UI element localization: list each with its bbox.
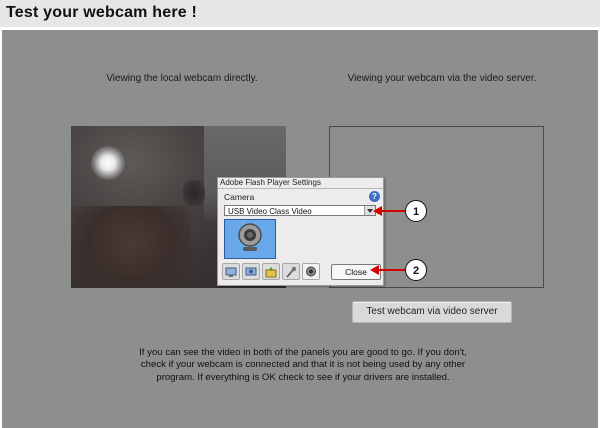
tab-display[interactable] [222,263,240,280]
tab-storage[interactable] [262,263,280,280]
camera-section-label: Camera [224,192,255,202]
video-dark-spot [183,180,205,206]
video-light-glare [91,146,125,180]
local-webcam-caption: Viewing the local webcam directly. [106,73,258,84]
tab-privacy[interactable] [242,263,260,280]
callout-marker-1: 1 [405,200,427,222]
callout-marker-2: 2 [405,259,427,281]
microphone-icon [286,266,297,278]
flash-dialog-divider [218,188,383,189]
test-webcam-button[interactable]: Test webcam via video server [352,301,512,323]
camera-select[interactable]: USB Video Class Video [224,205,376,216]
tab-microphone[interactable] [282,263,300,280]
flash-settings-dialog: Adobe Flash Player Settings Camera ? USB… [217,177,384,286]
arrow-head-1-icon [373,206,382,216]
camera-select-value: USB Video Class Video [228,207,312,216]
callout-arrow-2 [377,269,405,271]
server-webcam-caption: Viewing your webcam via the video server… [347,73,537,84]
tab-camera[interactable] [302,263,320,280]
flash-dialog-title: Adobe Flash Player Settings [220,178,321,187]
webcam-test-stage: Viewing the local webcam directly. Viewi… [2,30,598,428]
help-icon[interactable]: ? [369,191,380,202]
arrow-head-2-icon [370,265,379,275]
callout-arrow-1 [379,210,405,212]
instructions-text: If you can see the video in both of the … [139,347,467,383]
privacy-icon [245,267,257,276]
camera-icon [306,266,316,277]
display-icon [225,267,237,277]
video-shadow [71,206,191,288]
webcam-icon [238,223,262,251]
page-title: Test your webcam here ! [6,4,198,21]
camera-preview [224,219,276,259]
title-bar: Test your webcam here ! [0,0,600,27]
storage-icon [265,267,277,278]
